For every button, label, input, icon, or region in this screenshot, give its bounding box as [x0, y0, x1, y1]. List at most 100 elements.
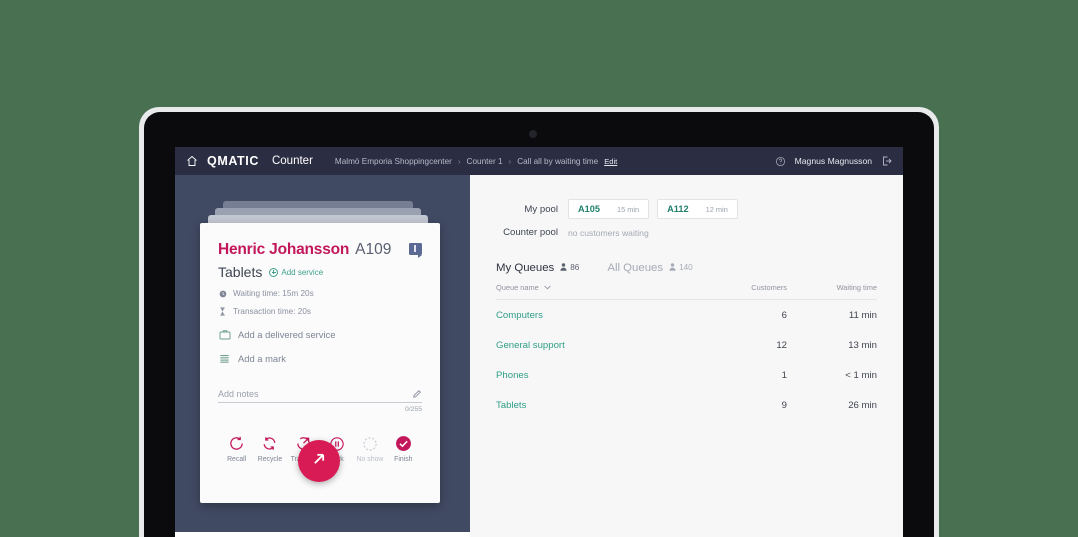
breadcrumb-mode[interactable]: Call all by waiting time: [517, 157, 598, 166]
right-panel: My pool A105 15 min A112 12 min Counter …: [470, 175, 903, 537]
customer-name: Henric Johansson: [218, 241, 350, 258]
person-icon: [560, 263, 567, 271]
queue-waiting-time: 26 min: [848, 400, 877, 411]
column-header-queue-name-label: Queue name: [496, 283, 539, 292]
customer-ticket-number: A109: [355, 241, 392, 258]
no-show-label: No show: [356, 456, 384, 463]
recycle-icon: [260, 434, 279, 453]
notes-character-counter: 0/255: [404, 406, 422, 413]
queue-waiting-time: 13 min: [848, 340, 877, 351]
queue-name[interactable]: Phones: [496, 370, 701, 381]
webcam-icon: [529, 130, 537, 138]
table-row[interactable]: Phones 1 < 1 min: [496, 360, 877, 390]
transaction-time-text: Transaction time: 20s: [233, 307, 311, 316]
next-arrow-icon: [309, 449, 329, 474]
question-circle-icon[interactable]: [775, 156, 786, 167]
logout-icon[interactable]: [881, 155, 893, 167]
tab-my-queues[interactable]: My Queues 86: [496, 262, 579, 274]
notes-field-group: Add notes 0/255: [218, 389, 422, 413]
table-row[interactable]: Tablets 9 26 min: [496, 390, 877, 420]
add-delivered-service-label: Add a delivered service: [238, 329, 336, 340]
column-header-customers[interactable]: Customers: [701, 283, 787, 292]
column-header-queue-name[interactable]: Queue name: [496, 283, 701, 292]
breadcrumb: Malmö Emporia Shoppingcenter › Counter 1…: [335, 157, 617, 166]
tab-my-queues-label: My Queues: [496, 262, 555, 274]
add-a-mark-link[interactable]: Add a mark: [218, 353, 422, 364]
left-panel: Henric Johansson A109 Tablets Add servic…: [175, 175, 470, 537]
pool-ticket-chip[interactable]: A105 15 min: [568, 199, 650, 219]
queue-waiting-time: < 1 min: [845, 370, 877, 381]
queue-waiting-time: 11 min: [848, 310, 877, 321]
queue-customers: 12: [776, 340, 787, 351]
queue-name[interactable]: General support: [496, 340, 701, 351]
breadcrumb-edit-link[interactable]: Edit: [604, 157, 617, 166]
add-a-mark-label: Add a mark: [238, 353, 286, 364]
clock-icon: [218, 290, 227, 298]
tab-all-queues-count: 140: [669, 263, 693, 272]
home-icon[interactable]: [186, 155, 198, 167]
table-row[interactable]: Computers 6 11 min: [496, 300, 877, 330]
recall-label: Recall: [227, 456, 247, 463]
hourglass-icon: [218, 307, 227, 316]
tab-my-queues-count: 86: [560, 263, 579, 272]
add-delivered-service-link[interactable]: Add a delivered service: [218, 329, 422, 340]
app-screen: QMATIC Counter Malmö Emporia Shoppingcen…: [175, 147, 903, 537]
waiting-time-row: Waiting time: 15m 20s: [218, 289, 422, 298]
queues-table-header: Queue name Customers Waiting time: [496, 283, 877, 300]
finish-icon: [394, 434, 413, 453]
pool-ticket-chip[interactable]: A112 12 min: [657, 199, 738, 219]
finish-label: Finish: [394, 456, 413, 463]
queue-name[interactable]: Computers: [496, 310, 701, 321]
notes-input[interactable]: Add notes: [218, 389, 422, 403]
plus-circle-icon: [269, 267, 279, 277]
table-row[interactable]: General support 12 13 min: [496, 330, 877, 360]
add-service-label: Add service: [281, 267, 324, 277]
tab-all-queues[interactable]: All Queues 140: [607, 262, 692, 274]
breadcrumb-separator-icon: ›: [508, 156, 512, 166]
breadcrumb-location[interactable]: Malmö Emporia Shoppingcenter: [335, 157, 452, 166]
next-customer-fab[interactable]: [298, 440, 340, 482]
app-title: Counter: [271, 155, 313, 167]
tab-all-queues-count-value: 140: [679, 262, 693, 272]
queue-customers: 6: [781, 310, 787, 321]
recycle-label: Recycle: [257, 456, 283, 463]
queue-name[interactable]: Tablets: [496, 400, 701, 411]
queues-tabs: My Queues 86 All Queues 140: [470, 246, 903, 274]
transaction-time-row: Transaction time: 20s: [218, 307, 422, 316]
list-icon: [218, 353, 231, 364]
recall-button[interactable]: Recall: [220, 434, 253, 463]
customer-service-name: Tablets: [218, 264, 263, 280]
queue-customers: 9: [781, 400, 787, 411]
note-alert-icon[interactable]: [409, 243, 422, 258]
add-service-link[interactable]: Add service: [269, 267, 324, 277]
app-body: Henric Johansson A109 Tablets Add servic…: [175, 175, 903, 537]
bottom-sheet: [175, 532, 470, 537]
finish-button[interactable]: Finish: [387, 434, 420, 463]
column-header-waiting-time[interactable]: Waiting time: [787, 283, 877, 292]
no-show-icon: [360, 434, 379, 453]
counter-pool-empty-text: no customers waiting: [568, 227, 649, 238]
notes-placeholder: Add notes: [218, 389, 259, 399]
tab-my-queues-count-value: 86: [570, 262, 580, 272]
pool-ticket-time: 15 min: [616, 205, 640, 214]
chevron-down-icon: [543, 285, 551, 290]
pool-ticket-id: A105: [578, 204, 600, 214]
pools-section: My pool A105 15 min A112 12 min Counter …: [470, 175, 903, 238]
app-header-right: Magnus Magnusson: [775, 155, 893, 167]
no-show-button[interactable]: No show: [353, 434, 386, 463]
breadcrumb-separator-icon: ›: [457, 156, 461, 166]
recall-icon: [227, 434, 246, 453]
user-name[interactable]: Magnus Magnusson: [795, 156, 872, 166]
queues-table: Queue name Customers Waiting time Comput…: [470, 274, 903, 420]
briefcase-icon: [218, 329, 231, 340]
queue-customers: 1: [781, 370, 787, 381]
pencil-icon[interactable]: [412, 389, 422, 399]
recycle-button[interactable]: Recycle: [253, 434, 286, 463]
counter-pool-row: Counter pool no customers waiting: [496, 227, 877, 238]
breadcrumb-counter[interactable]: Counter 1: [467, 157, 503, 166]
app-header: QMATIC Counter Malmö Emporia Shoppingcen…: [175, 147, 903, 175]
brand-logo: QMATIC: [207, 154, 259, 168]
pool-ticket-time: 12 min: [705, 205, 728, 214]
pool-ticket-id: A112: [667, 204, 689, 214]
my-pool-chips: A105 15 min A112 12 min: [568, 199, 738, 219]
